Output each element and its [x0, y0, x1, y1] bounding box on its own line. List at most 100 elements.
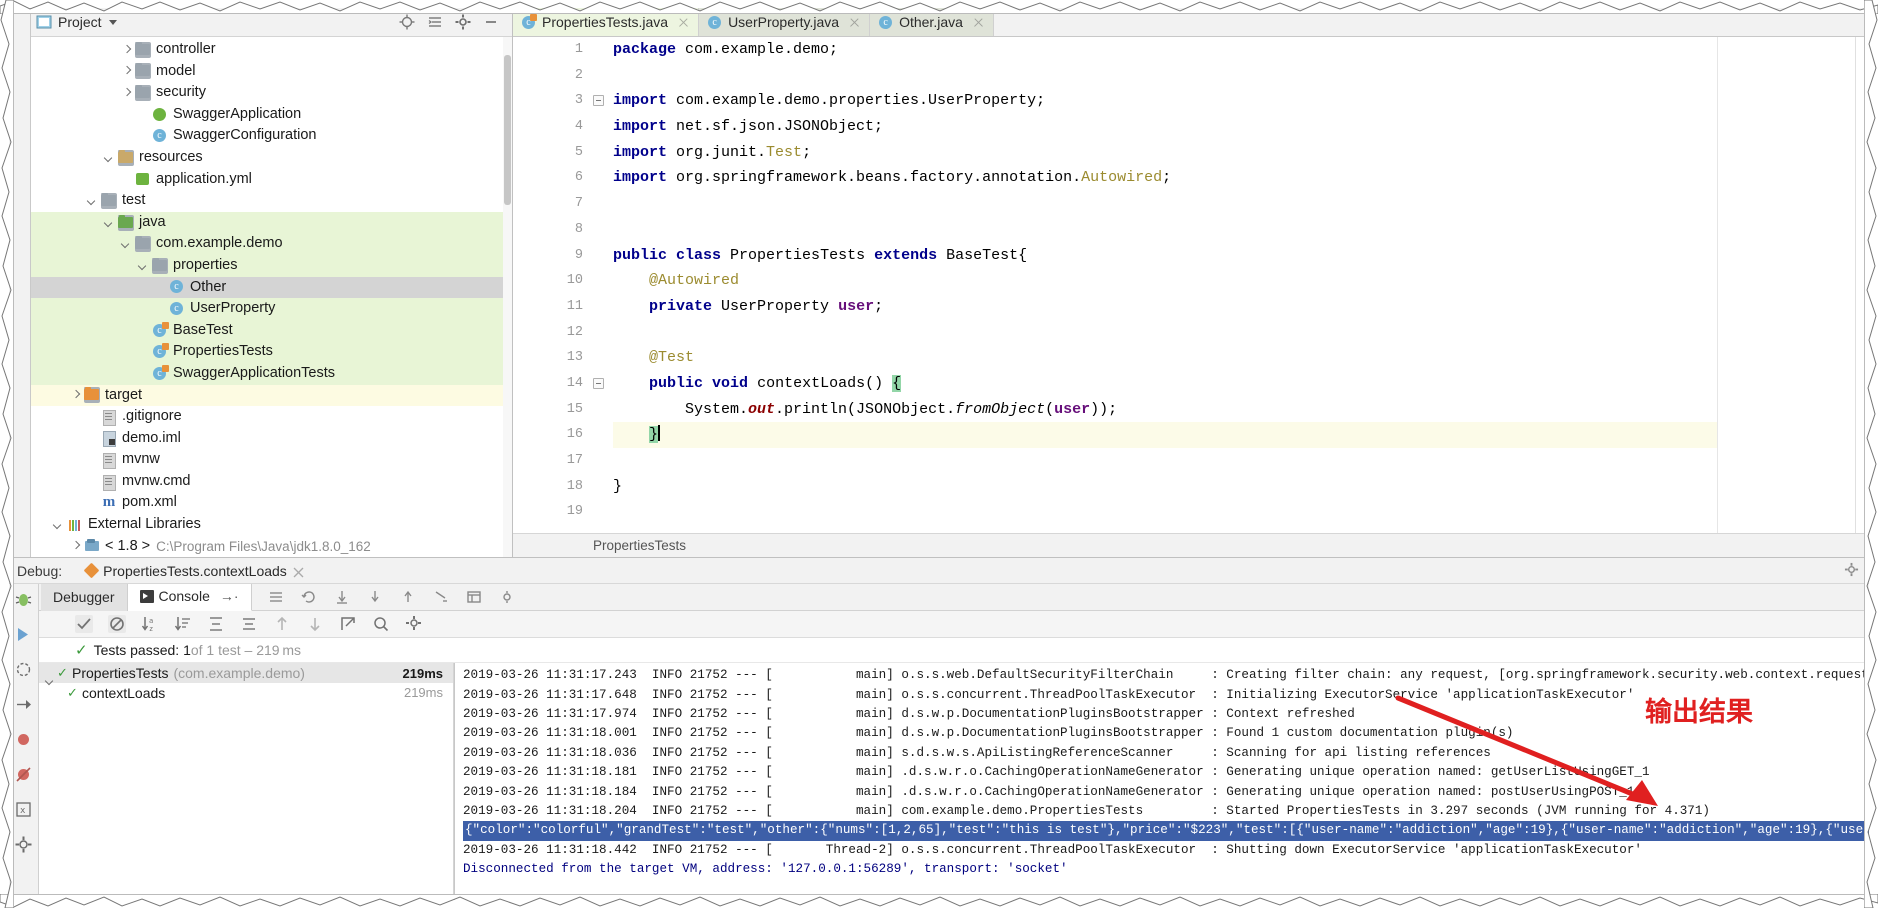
chevron-down-icon[interactable]: [120, 237, 134, 251]
tree-node-mvnw-cmd[interactable]: mvnw.cmd: [31, 471, 512, 493]
tree-node-external-libraries[interactable]: External Libraries: [31, 514, 512, 536]
search-icon[interactable]: [372, 615, 390, 633]
chevron-down-icon[interactable]: [137, 259, 151, 273]
editor-fold-column[interactable]: [591, 37, 607, 534]
chevron-right-icon[interactable]: [120, 86, 134, 100]
project-tree-scrollbar[interactable]: [503, 37, 512, 558]
breadcrumb[interactable]: PropertiesTests: [513, 533, 1869, 558]
editor-tab-bar[interactable]: PropertiesTests.java UserProperty.java Oth…: [513, 8, 1869, 37]
step-over-icon[interactable]: [14, 695, 33, 714]
tree-node-swaggerconfiguration[interactable]: SwaggerConfiguration: [31, 125, 512, 147]
debug-settings-icon[interactable]: [14, 835, 33, 854]
tree-node-target[interactable]: target: [31, 384, 512, 407]
tree-node-properties[interactable]: properties: [31, 254, 512, 277]
tree-node-basetest[interactable]: BaseTest: [31, 319, 512, 342]
code-line-7[interactable]: [613, 191, 1717, 217]
tree-node-java[interactable]: java: [31, 211, 512, 234]
code-line-6[interactable]: import org.springframework.beans.factory…: [613, 165, 1717, 191]
editor-tab-other-java[interactable]: Other.java: [870, 8, 994, 36]
hide-ignored-icon[interactable]: [108, 615, 126, 634]
console-line[interactable]: Disconnected from the target VM, address…: [463, 860, 1869, 879]
code-line-5[interactable]: import org.junit.Test;: [613, 140, 1717, 166]
close-icon[interactable]: [293, 565, 304, 578]
code-line-2[interactable]: [613, 63, 1717, 89]
settings-icon[interactable]: [499, 589, 515, 605]
debug-tool-strip[interactable]: x: [9, 584, 39, 900]
code-line-10[interactable]: @Autowired: [613, 268, 1717, 294]
layout-icon[interactable]: [466, 589, 482, 605]
chevron-right-icon[interactable]: [120, 43, 134, 57]
chevron-down-icon[interactable]: [108, 19, 117, 25]
code-line-1[interactable]: package com.example.demo;: [613, 37, 1717, 63]
expand-all-icon[interactable]: [207, 615, 225, 633]
tree-node-com-example-demo[interactable]: com.example.demo: [31, 233, 512, 255]
tree-node-userproperty[interactable]: UserProperty: [31, 298, 512, 320]
show-console-icon[interactable]: [268, 589, 284, 605]
console-line[interactable]: 2019-03-26 11:31:18.184 INFO 21752 --- […: [463, 783, 1869, 802]
sort-alphabetically-icon[interactable]: az: [141, 615, 159, 633]
prev-failed-test-icon[interactable]: [273, 615, 291, 633]
editor-tab-userproperty-java[interactable]: UserProperty.java: [699, 8, 871, 36]
debug-tab-bar[interactable]: Debugger Console →·: [39, 583, 1869, 612]
console-line[interactable]: 2019-03-26 11:31:18.181 INFO 21752 --- […: [463, 763, 1869, 782]
fold-method-icon[interactable]: [593, 378, 604, 390]
console-line[interactable]: {"color":"colorful","grandTest":"test","…: [463, 821, 1869, 841]
editor-marker-bar[interactable]: [1855, 37, 1869, 534]
debug-session-tab[interactable]: PropertiesTests.contextLoads: [83, 563, 304, 579]
code-line-11[interactable]: private UserProperty user;: [613, 294, 1717, 320]
chevron-right-icon[interactable]: [120, 64, 134, 78]
collapse-all-icon[interactable]: [427, 14, 443, 30]
code-line-12[interactable]: [613, 320, 1717, 346]
step-into-icon[interactable]: [367, 589, 383, 605]
code-line-14[interactable]: public void contextLoads() {: [613, 371, 1717, 397]
code-line-15[interactable]: System.out.println(JSONObject.fromObject…: [613, 397, 1717, 423]
debug-bug-icon[interactable]: [14, 590, 33, 609]
fold-imports-icon[interactable]: [593, 95, 604, 107]
run-to-cursor-icon[interactable]: [433, 589, 449, 605]
collapse-all-icon[interactable]: [240, 615, 258, 633]
code-editor[interactable]: 1 2 3 4 5 6 7 8 9 10 11 12 13 14 15 16 17 18 19 package co…: [513, 37, 1869, 534]
debug-settings-gear-icon[interactable]: [1844, 562, 1859, 580]
console-line[interactable]: Process finished with exit code 0: [463, 899, 1869, 900]
tree-node-test[interactable]: test: [31, 190, 512, 212]
project-tree[interactable]: controller model security SwaggerApplicatio…: [31, 37, 512, 558]
tree-node-application-yml[interactable]: application.yml: [31, 169, 512, 191]
test-result-row[interactable]: ✓ PropertiesTests (com.example.demo) 219ms: [39, 663, 453, 683]
tree-node-swaggerapplication[interactable]: SwaggerApplication: [31, 104, 512, 126]
minimize-icon[interactable]: [483, 14, 499, 30]
step-out-icon[interactable]: [400, 589, 416, 605]
chevron-down-icon[interactable]: [52, 518, 66, 532]
test-results-toolbar[interactable]: az: [39, 611, 1869, 639]
debug-toolbar-icons[interactable]: [268, 589, 515, 605]
rerun-icon[interactable]: [301, 589, 317, 605]
editor-code-text[interactable]: package com.example.demo; import com.exa…: [607, 37, 1717, 533]
target-icon[interactable]: [399, 14, 415, 30]
code-line-3[interactable]: import com.example.demo.properties.UserP…: [613, 88, 1717, 114]
tree-node-security[interactable]: security: [31, 82, 512, 104]
tree-node-mvnw[interactable]: mvnw: [31, 449, 512, 471]
test-settings-gear-icon[interactable]: [405, 615, 423, 633]
chevron-down-icon[interactable]: [86, 194, 100, 208]
chevron-right-icon[interactable]: [69, 388, 83, 402]
tree-node-other[interactable]: Other: [31, 276, 512, 299]
test-result-row[interactable]: ✓ contextLoads 219ms: [39, 683, 453, 703]
console-line[interactable]: 2019-03-26 11:31:18.204 INFO 21752 --- […: [463, 802, 1869, 821]
console-line[interactable]: 2019-03-26 11:31:18.036 INFO 21752 --- […: [463, 744, 1869, 763]
export-test-results-icon[interactable]: [339, 615, 357, 633]
step-over-icon[interactable]: [334, 589, 350, 605]
show-passed-icon[interactable]: [75, 615, 93, 634]
chevron-down-icon[interactable]: [103, 216, 117, 230]
close-icon[interactable]: [849, 17, 860, 28]
code-line-9[interactable]: public class PropertiesTests extends Bas…: [613, 243, 1717, 269]
tree-node-demo-iml[interactable]: demo.iml: [31, 428, 512, 450]
code-line-4[interactable]: import net.sf.json.JSONObject;: [613, 114, 1717, 140]
next-failed-test-icon[interactable]: [306, 615, 324, 633]
tree-node-pom-xml[interactable]: pom.xml: [31, 492, 512, 514]
left-tool-strip[interactable]: [9, 8, 31, 558]
code-line-18[interactable]: }: [613, 474, 1717, 500]
evaluate-expression-icon[interactable]: x: [14, 800, 33, 819]
code-line-13[interactable]: @Test: [613, 345, 1717, 371]
code-line-16[interactable]: }: [613, 422, 1717, 448]
view-breakpoints-icon[interactable]: [14, 765, 33, 784]
code-line-17[interactable]: [613, 448, 1717, 474]
